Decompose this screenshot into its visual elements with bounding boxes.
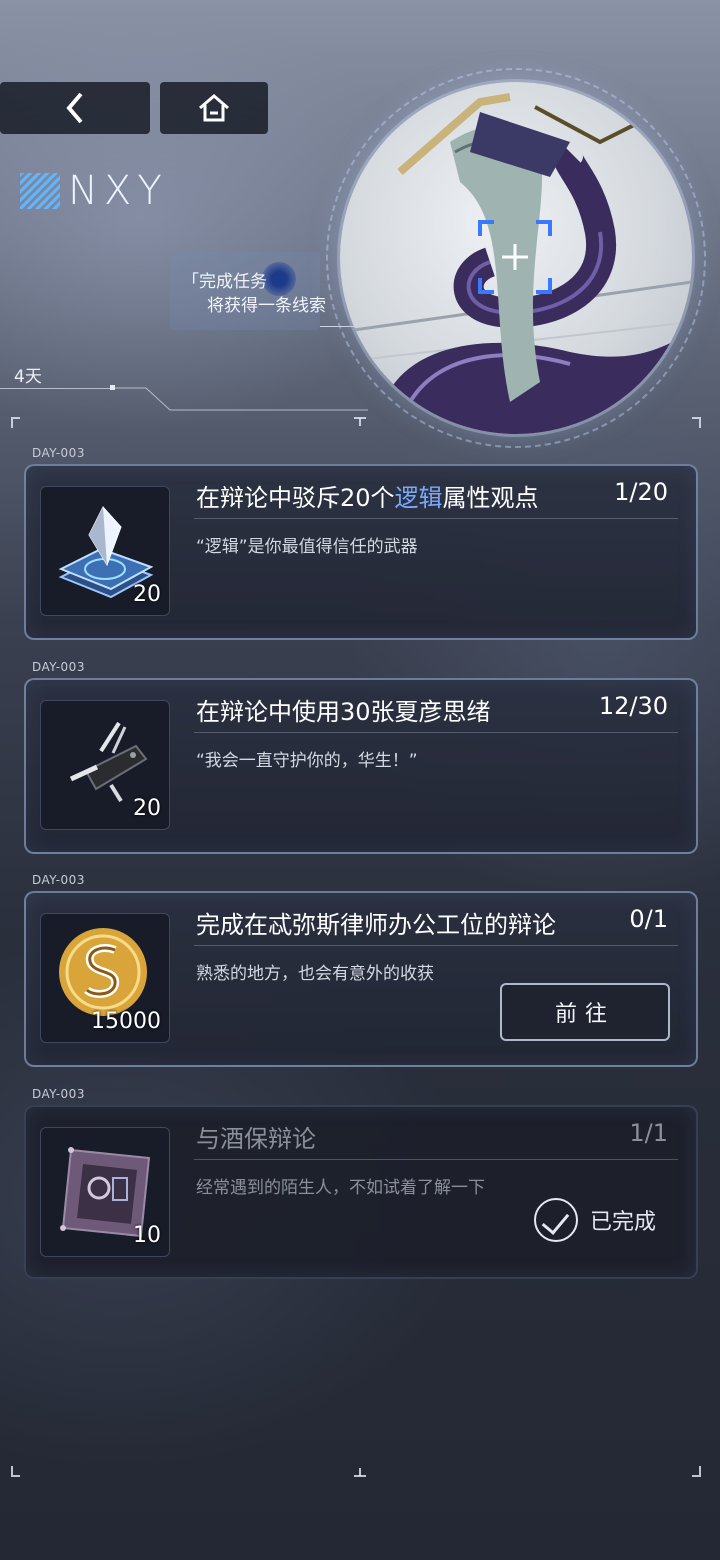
task-day-tag: DAY-003 xyxy=(32,1087,85,1101)
cobra-illustration xyxy=(340,93,692,434)
reward-icon-box: 20 xyxy=(40,486,170,616)
days-divider xyxy=(0,388,115,389)
task-progress: 0/1 xyxy=(629,905,668,933)
task-progress: 1/1 xyxy=(629,1119,668,1147)
reward-count: 20 xyxy=(133,582,161,607)
task-divider xyxy=(194,1159,678,1160)
task-title: 完成在忒弥斯律师办公工位的辩论 xyxy=(196,911,556,939)
chevron-left-icon xyxy=(66,92,83,124)
task-title: 与酒保辩论 xyxy=(196,1125,316,1153)
task-title-part: 属性观点 xyxy=(442,484,539,512)
task-card[interactable]: 15000 完成在忒弥斯律师办公工位的辩论 0/1 熟悉的地方，也会有意外的收获… xyxy=(24,891,698,1067)
clue-lens[interactable] xyxy=(340,82,692,434)
days-remaining: 4天 xyxy=(14,367,42,387)
reward-icon-box: 20 xyxy=(40,700,170,830)
task-description: “我会一直守护你的，华生！” xyxy=(196,751,418,771)
go-button[interactable]: 前往 xyxy=(500,983,670,1041)
task-progress: 12/30 xyxy=(598,692,668,720)
task-description: “逻辑”是你最值得信任的武器 xyxy=(196,537,418,557)
task-title: 在辩论中驳斥20个逻辑属性观点 xyxy=(196,478,539,513)
reward-count: 10 xyxy=(133,1223,161,1248)
reward-count: 15000 xyxy=(91,1009,161,1034)
task-day-tag: DAY-003 xyxy=(32,660,85,674)
task-card[interactable]: 20 在辩论中驳斥20个逻辑属性观点 1/20 “逻辑”是你最值得信任的武器 xyxy=(24,464,698,640)
task-title: 在辩论中使用30张夏彦思绪 xyxy=(196,698,491,726)
task-day-tag: DAY-003 xyxy=(32,873,85,887)
home-button[interactable] xyxy=(160,82,268,134)
task-divider xyxy=(194,518,678,519)
task-divider xyxy=(194,945,678,946)
home-icon xyxy=(199,94,229,122)
frame-bottom-marks xyxy=(11,1466,701,1477)
task-day-tag: DAY-003 xyxy=(32,446,85,460)
task-title-keyword: 逻辑 xyxy=(394,484,443,512)
clue-hint-line2: 将获得一条线索 xyxy=(207,296,326,316)
task-card-completed[interactable]: 10 与酒保辩论 1/1 经常遇到的陌生人，不如试着了解一下 已完成 xyxy=(24,1105,698,1279)
task-description: 经常遇到的陌生人，不如试着了解一下 xyxy=(196,1178,485,1198)
task-title-part: 在辩论中驳斥20个 xyxy=(196,484,395,512)
logo-text: NXY xyxy=(68,168,168,214)
task-description: 熟悉的地方，也会有意外的收获 xyxy=(196,964,434,984)
reward-icon-box: 10 xyxy=(40,1127,170,1257)
reward-count: 20 xyxy=(133,796,161,821)
game-logo: NXY xyxy=(20,168,168,214)
clue-hint-line1: 「完成任务 xyxy=(182,272,267,292)
completed-label: 已完成 xyxy=(589,1210,656,1235)
task-divider xyxy=(194,732,678,733)
check-circle-icon xyxy=(533,1198,578,1242)
reward-icon-box: 15000 xyxy=(40,913,170,1043)
completed-badge: 已完成 xyxy=(533,1197,656,1243)
task-card[interactable]: 20 在辩论中使用30张夏彦思绪 12/30 “我会一直守护你的，华生！” xyxy=(24,678,698,854)
logo-mark xyxy=(20,173,60,209)
task-progress: 1/20 xyxy=(614,478,668,506)
days-divider-tail xyxy=(110,385,368,411)
back-button[interactable] xyxy=(0,82,150,134)
clue-hint-text: 「完成任务 将获得一条线索 xyxy=(178,270,326,318)
